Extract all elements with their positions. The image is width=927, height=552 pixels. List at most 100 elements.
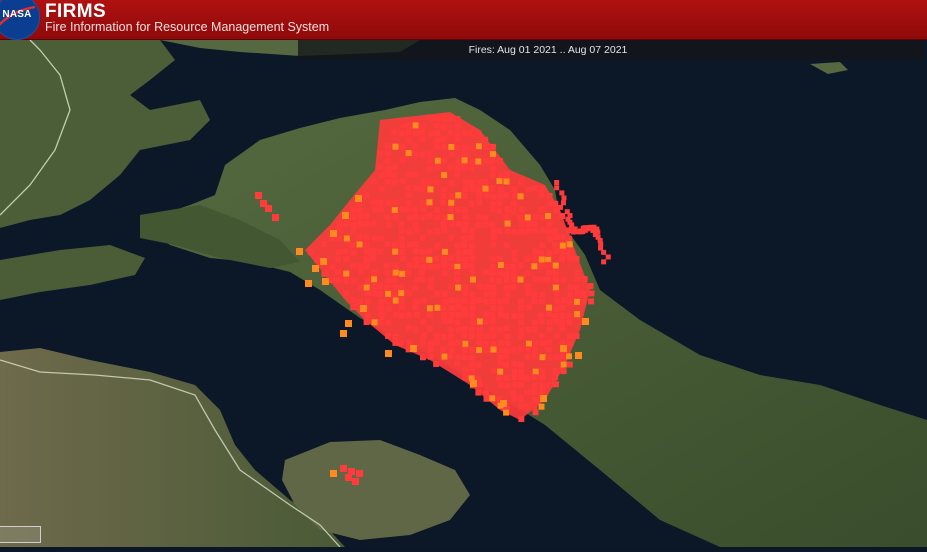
fire-hotspot <box>540 395 547 402</box>
fire-hotspot <box>441 270 448 277</box>
fire-hotspot <box>462 367 469 374</box>
fire-hotspot <box>483 143 490 150</box>
date-range-bar[interactable]: Fires: Aug 01 2021 .. Aug 07 2021 <box>298 40 923 60</box>
fire-hotspot <box>370 248 377 255</box>
fire-hotspot <box>440 333 447 340</box>
fire-hotspot <box>517 262 524 269</box>
fire-hotspot <box>489 263 496 270</box>
fire-hotspot <box>546 249 553 256</box>
fire-hotspot <box>601 259 607 265</box>
fire-hotspot <box>524 290 531 297</box>
fire-hotspot <box>469 298 476 305</box>
fire-hotspot <box>419 234 426 241</box>
fire-hotspot <box>475 143 482 150</box>
fire-hotspot <box>489 276 496 283</box>
fire-hotspot <box>525 304 532 311</box>
fire-hotspot <box>560 361 567 368</box>
fire-hotspot <box>552 200 559 207</box>
fire-hotspot <box>314 256 321 263</box>
fire-hotspot <box>574 298 581 305</box>
fire-hotspot <box>524 326 531 333</box>
fire-hotspot <box>546 235 553 242</box>
fire-hotspot <box>482 298 489 305</box>
fire-hotspot <box>525 340 532 347</box>
fire-hotspot <box>470 380 477 387</box>
fire-hotspot <box>581 276 588 283</box>
fire-hotspot <box>538 192 545 199</box>
fire-hotspot <box>532 340 539 347</box>
fire-hotspot <box>426 305 433 312</box>
fire-hotspot <box>357 213 364 220</box>
fire-hotspot <box>433 360 440 367</box>
fire-hotspot <box>392 269 399 276</box>
fire-hotspot <box>427 283 434 290</box>
fire-hotspot <box>455 256 462 263</box>
fire-hotspot <box>552 381 559 388</box>
fire-hotspot <box>511 312 518 319</box>
fire-hotspot <box>546 319 553 326</box>
fire-hotspot <box>490 340 497 347</box>
fire-hotspot <box>539 291 546 298</box>
fire-hotspot <box>573 255 580 262</box>
fire-hotspot <box>517 346 524 353</box>
fire-hotspot <box>559 242 566 249</box>
fire-hotspot <box>377 318 384 325</box>
fire-hotspot <box>553 290 560 297</box>
fire-hotspot <box>496 326 503 333</box>
satellite-basemap[interactable] <box>0 0 927 548</box>
fire-hotspot <box>399 157 406 164</box>
fire-hotspot <box>454 144 461 151</box>
fire-hotspot <box>559 213 566 220</box>
fire-hotspot <box>518 312 525 319</box>
fire-hotspot <box>559 256 566 263</box>
fire-hotspot <box>427 346 434 353</box>
fire-hotspot <box>490 200 497 207</box>
fire-hotspot <box>426 179 433 186</box>
fire-hotspot <box>503 242 510 249</box>
fire-hotspot <box>538 298 545 305</box>
fire-hotspot <box>349 297 356 304</box>
fire-hotspot <box>546 192 553 199</box>
fire-hotspot <box>350 221 357 228</box>
fire-hotspot <box>574 269 581 276</box>
fire-hotspot <box>588 290 595 297</box>
fire-hotspot <box>510 207 517 214</box>
fire-hotspot <box>406 171 413 178</box>
fire-hotspot <box>399 242 406 249</box>
fire-hotspot <box>496 207 503 214</box>
fire-hotspot <box>419 129 426 136</box>
fire-hotspot <box>539 354 546 361</box>
fire-hotspot <box>357 269 364 276</box>
fire-hotspot <box>447 333 454 340</box>
fire-hotspot <box>377 150 384 157</box>
fire-hotspot <box>476 192 483 199</box>
fire-hotspot <box>476 179 483 186</box>
fire-hotspot <box>420 214 427 221</box>
fire-hotspot <box>433 332 440 339</box>
fire-hotspot <box>497 193 504 200</box>
fire-hotspot <box>531 220 538 227</box>
fire-hotspot <box>469 291 476 298</box>
fire-hotspot <box>461 164 468 171</box>
fire-hotspot <box>469 158 476 165</box>
fire-hotspot <box>343 235 350 242</box>
map-view[interactable] <box>0 0 927 548</box>
fire-hotspot <box>504 227 511 234</box>
fire-hotspot <box>441 227 448 234</box>
fire-hotspot <box>448 347 455 354</box>
fire-hotspot <box>406 290 413 297</box>
fire-hotspot <box>412 213 419 220</box>
fire-hotspot <box>426 157 433 164</box>
fire-hotspot <box>545 262 552 269</box>
fire-hotspot <box>335 256 342 263</box>
nasa-logo[interactable]: NASA <box>0 0 40 40</box>
fire-hotspot <box>539 388 546 395</box>
fire-hotspot <box>454 242 461 249</box>
fire-hotspot <box>454 136 461 143</box>
fire-hotspot <box>582 318 589 325</box>
fire-hotspot <box>433 214 440 221</box>
fire-hotspot <box>441 353 448 360</box>
fire-hotspot <box>384 269 391 276</box>
fire-hotspot <box>399 206 406 213</box>
fire-hotspot <box>500 400 507 407</box>
